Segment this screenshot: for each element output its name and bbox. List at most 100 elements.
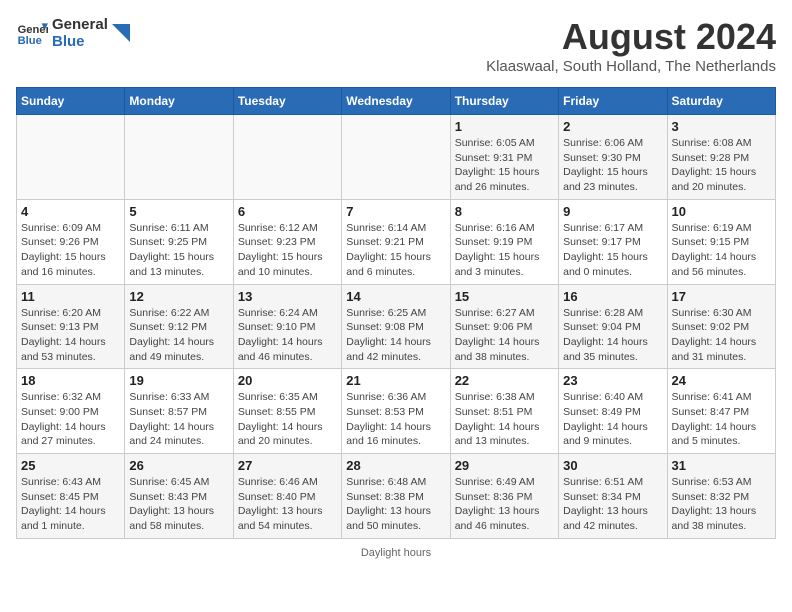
day-info: Sunrise: 6:53 AM Sunset: 8:32 PM Dayligh… [672, 475, 771, 534]
table-row: 14 Sunrise: 6:25 AM Sunset: 9:08 PM Dayli… [342, 284, 450, 369]
table-row: 8 Sunrise: 6:16 AM Sunset: 9:19 PM Daylig… [450, 199, 558, 284]
location: Klaaswaal, South Holland, The Netherland… [486, 58, 776, 75]
calendar-table: Sunday Monday Tuesday Wednesday Thursday… [16, 87, 776, 539]
table-row: 24Sunrise: 6:41 AM Sunset: 8:47 PM Dayli… [667, 369, 775, 454]
day-number: 4 [21, 204, 120, 219]
logo-blue: Blue [52, 33, 108, 50]
day-number: 12 [129, 289, 228, 304]
day-info: Sunrise: 6:05 AM Sunset: 9:31 PM Dayligh… [455, 136, 554, 195]
table-row: 17 Sunrise: 6:30 AM Sunset: 9:02 PM Dayli… [667, 284, 775, 369]
day-number: 21 [346, 373, 445, 388]
header-tuesday: Tuesday [233, 88, 341, 115]
table-row: 7Sunrise: 6:14 AM Sunset: 9:21 PM Daylig… [342, 199, 450, 284]
day-number: 17 [672, 289, 771, 304]
table-row: 13 Sunrise: 6:24 AM Sunset: 9:10 PM Dayli… [233, 284, 341, 369]
table-row: 11 Sunrise: 6:20 AM Sunset: 9:13 PM Dayli… [17, 284, 125, 369]
header-saturday: Saturday [667, 88, 775, 115]
table-row: 20 Sunrise: 6:35 AM Sunset: 8:55 PM Dayli… [233, 369, 341, 454]
day-info: Sunrise: 6:43 AM Sunset: 8:45 PM Dayligh… [21, 475, 120, 534]
table-row: 25 Sunrise: 6:43 AM Sunset: 8:45 PM Dayli… [17, 454, 125, 539]
table-row: 31 Sunrise: 6:53 AM Sunset: 8:32 PM Dayli… [667, 454, 775, 539]
day-number: 16 [563, 289, 662, 304]
header: General Blue General Blue August 2024 Kl… [16, 16, 776, 75]
day-number: 5 [129, 204, 228, 219]
day-number: 18 [21, 373, 120, 388]
day-number: 2 [563, 119, 662, 134]
day-info: Sunrise: 6:48 AM Sunset: 8:38 PM Dayligh… [346, 475, 445, 534]
day-number: 25 [21, 458, 120, 473]
footer: Daylight hours [16, 547, 776, 559]
day-info: Sunrise: 6:24 AM Sunset: 9:10 PM Dayligh… [238, 306, 337, 365]
table-row: 2 Sunrise: 6:06 AM Sunset: 9:30 PM Daylig… [559, 115, 667, 200]
table-row: 15Sunrise: 6:27 AM Sunset: 9:06 PM Dayli… [450, 284, 558, 369]
day-info: Sunrise: 6:22 AM Sunset: 9:12 PM Dayligh… [129, 306, 228, 365]
day-info: Sunrise: 6:40 AM Sunset: 8:49 PM Dayligh… [563, 390, 662, 449]
day-info: Sunrise: 6:28 AM Sunset: 9:04 PM Dayligh… [563, 306, 662, 365]
day-number: 29 [455, 458, 554, 473]
day-number: 6 [238, 204, 337, 219]
day-info: Sunrise: 6:06 AM Sunset: 9:30 PM Dayligh… [563, 136, 662, 195]
table-row: 10 Sunrise: 6:19 AM Sunset: 9:15 PM Dayli… [667, 199, 775, 284]
table-row: 4 Sunrise: 6:09 AM Sunset: 9:26 PM Daylig… [17, 199, 125, 284]
day-number: 23 [563, 373, 662, 388]
table-row [125, 115, 233, 200]
day-number: 8 [455, 204, 554, 219]
month-year: August 2024 [486, 16, 776, 58]
table-row: 22 Sunrise: 6:38 AM Sunset: 8:51 PM Dayli… [450, 369, 558, 454]
table-row: 12 Sunrise: 6:22 AM Sunset: 9:12 PM Dayli… [125, 284, 233, 369]
table-row: 26Sunrise: 6:45 AM Sunset: 8:43 PM Dayli… [125, 454, 233, 539]
day-number: 22 [455, 373, 554, 388]
table-row: 16 Sunrise: 6:28 AM Sunset: 9:04 PM Dayli… [559, 284, 667, 369]
logo-general: General [52, 16, 108, 33]
day-number: 1 [455, 119, 554, 134]
table-row: 19 Sunrise: 6:33 AM Sunset: 8:57 PM Dayli… [125, 369, 233, 454]
table-row [342, 115, 450, 200]
table-row: 21 Sunrise: 6:36 AM Sunset: 8:53 PM Dayli… [342, 369, 450, 454]
table-row: 29 Sunrise: 6:49 AM Sunset: 8:36 PM Dayli… [450, 454, 558, 539]
day-info: Sunrise: 6:27 AM Sunset: 9:06 PM Dayligh… [455, 306, 554, 365]
day-info: Sunrise: 6:25 AM Sunset: 9:08 PM Dayligh… [346, 306, 445, 365]
table-row: 18 Sunrise: 6:32 AM Sunset: 9:00 PM Dayli… [17, 369, 125, 454]
day-number: 7 [346, 204, 445, 219]
calendar-header-row: Sunday Monday Tuesday Wednesday Thursday… [17, 88, 776, 115]
day-number: 19 [129, 373, 228, 388]
day-info: Sunrise: 6:20 AM Sunset: 9:13 PM Dayligh… [21, 306, 120, 365]
day-info: Sunrise: 6:17 AM Sunset: 9:17 PM Dayligh… [563, 221, 662, 280]
table-row: 23 Sunrise: 6:40 AM Sunset: 8:49 PM Dayli… [559, 369, 667, 454]
day-number: 27 [238, 458, 337, 473]
day-info: Sunrise: 6:08 AM Sunset: 9:28 PM Dayligh… [672, 136, 771, 195]
logo-icon: General Blue [16, 17, 48, 49]
table-row: 5 Sunrise: 6:11 AM Sunset: 9:25 PM Daylig… [125, 199, 233, 284]
header-sunday: Sunday [17, 88, 125, 115]
table-row: 6Sunrise: 6:12 AM Sunset: 9:23 PM Daylig… [233, 199, 341, 284]
day-number: 9 [563, 204, 662, 219]
day-info: Sunrise: 6:49 AM Sunset: 8:36 PM Dayligh… [455, 475, 554, 534]
day-info: Sunrise: 6:36 AM Sunset: 8:53 PM Dayligh… [346, 390, 445, 449]
table-row: 27 Sunrise: 6:46 AM Sunset: 8:40 PM Dayli… [233, 454, 341, 539]
day-number: 10 [672, 204, 771, 219]
day-info: Sunrise: 6:11 AM Sunset: 9:25 PM Dayligh… [129, 221, 228, 280]
table-row [233, 115, 341, 200]
day-number: 13 [238, 289, 337, 304]
day-info: Sunrise: 6:09 AM Sunset: 9:26 PM Dayligh… [21, 221, 120, 280]
day-info: Sunrise: 6:19 AM Sunset: 9:15 PM Dayligh… [672, 221, 771, 280]
day-info: Sunrise: 6:35 AM Sunset: 8:55 PM Dayligh… [238, 390, 337, 449]
calendar-week-row: 25 Sunrise: 6:43 AM Sunset: 8:45 PM Dayli… [17, 454, 776, 539]
header-friday: Friday [559, 88, 667, 115]
day-info: Sunrise: 6:33 AM Sunset: 8:57 PM Dayligh… [129, 390, 228, 449]
day-info: Sunrise: 6:32 AM Sunset: 9:00 PM Dayligh… [21, 390, 120, 449]
day-number: 30 [563, 458, 662, 473]
day-info: Sunrise: 6:38 AM Sunset: 8:51 PM Dayligh… [455, 390, 554, 449]
day-info: Sunrise: 6:30 AM Sunset: 9:02 PM Dayligh… [672, 306, 771, 365]
day-info: Sunrise: 6:46 AM Sunset: 8:40 PM Dayligh… [238, 475, 337, 534]
logo: General Blue General Blue [16, 16, 130, 50]
day-number: 11 [21, 289, 120, 304]
day-number: 20 [238, 373, 337, 388]
day-number: 3 [672, 119, 771, 134]
day-info: Sunrise: 6:16 AM Sunset: 9:19 PM Dayligh… [455, 221, 554, 280]
calendar-week-row: 4 Sunrise: 6:09 AM Sunset: 9:26 PM Daylig… [17, 199, 776, 284]
day-number: 14 [346, 289, 445, 304]
day-number: 31 [672, 458, 771, 473]
header-monday: Monday [125, 88, 233, 115]
day-info: Sunrise: 6:45 AM Sunset: 8:43 PM Dayligh… [129, 475, 228, 534]
